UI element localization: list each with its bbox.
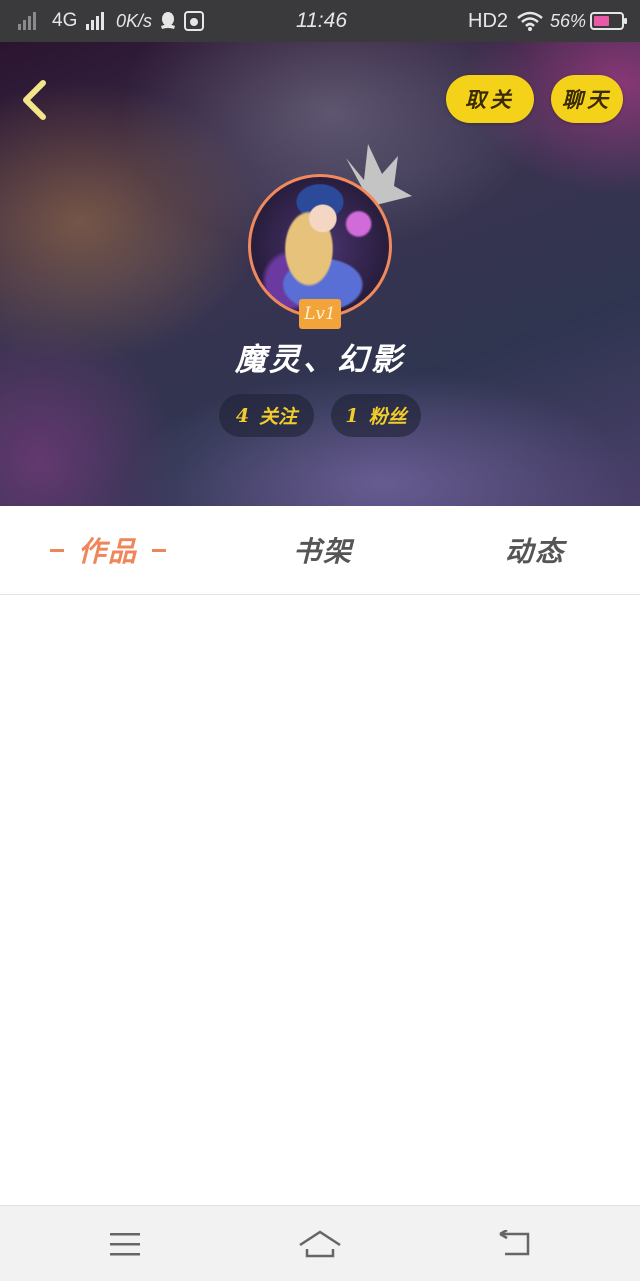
tab-activity-label: 动态	[504, 535, 565, 568]
back-nav-button[interactable]	[460, 1206, 570, 1281]
profile-header: 取关 聊天 Lv1 魔灵、幻影 4 关注 1 粉丝	[0, 42, 640, 506]
following-stat[interactable]: 4 关注	[219, 394, 314, 437]
following-label: 关注	[259, 406, 298, 428]
home-icon	[299, 1230, 341, 1257]
hd-indicator: HD2	[468, 9, 509, 32]
wifi-icon	[516, 0, 544, 42]
signal-icon-sim2	[86, 0, 104, 42]
clock: 11:46	[296, 9, 347, 32]
tab-works[interactable]: 作品	[30, 506, 186, 594]
menu-icon	[110, 1232, 140, 1255]
status-bar: 4G 0K/s 11:46 HD2 56%	[0, 0, 640, 42]
tab-activity[interactable]: 动态	[472, 506, 598, 594]
tab-works-label: 作品	[77, 535, 138, 568]
level-badge: Lv1	[299, 299, 341, 329]
battery-percent: 56%	[550, 10, 587, 31]
signal-icon-sim1	[18, 0, 36, 42]
notification-app-icon	[184, 0, 204, 42]
avatar[interactable]	[248, 174, 392, 318]
following-count: 4	[235, 404, 250, 427]
qq-icon	[160, 0, 176, 42]
tab-bookshelf-label: 书架	[292, 535, 353, 568]
profile-tabs: 作品 书架 动态	[0, 506, 640, 595]
tab-bookshelf[interactable]: 书架	[260, 506, 386, 594]
back-button[interactable]	[14, 78, 54, 122]
chat-button[interactable]: 聊天	[551, 75, 623, 123]
followers-count: 1	[345, 404, 359, 427]
network-type: 4G	[52, 10, 78, 31]
network-speed: 0K/s	[116, 10, 153, 31]
username: 魔灵、幻影	[235, 342, 405, 378]
followers-label: 粉丝	[368, 406, 407, 428]
followers-stat[interactable]: 1 粉丝	[331, 394, 421, 437]
unfollow-button[interactable]: 取关	[446, 75, 534, 123]
menu-button[interactable]	[70, 1206, 180, 1281]
chevron-left-icon	[23, 80, 46, 120]
battery-icon	[590, 0, 628, 42]
tab-indicator-left	[49, 548, 64, 552]
system-nav-bar	[0, 1205, 640, 1281]
tab-content	[0, 595, 640, 1205]
tab-indicator-right	[152, 548, 166, 552]
back-icon	[499, 1229, 530, 1255]
home-button[interactable]	[265, 1206, 375, 1281]
